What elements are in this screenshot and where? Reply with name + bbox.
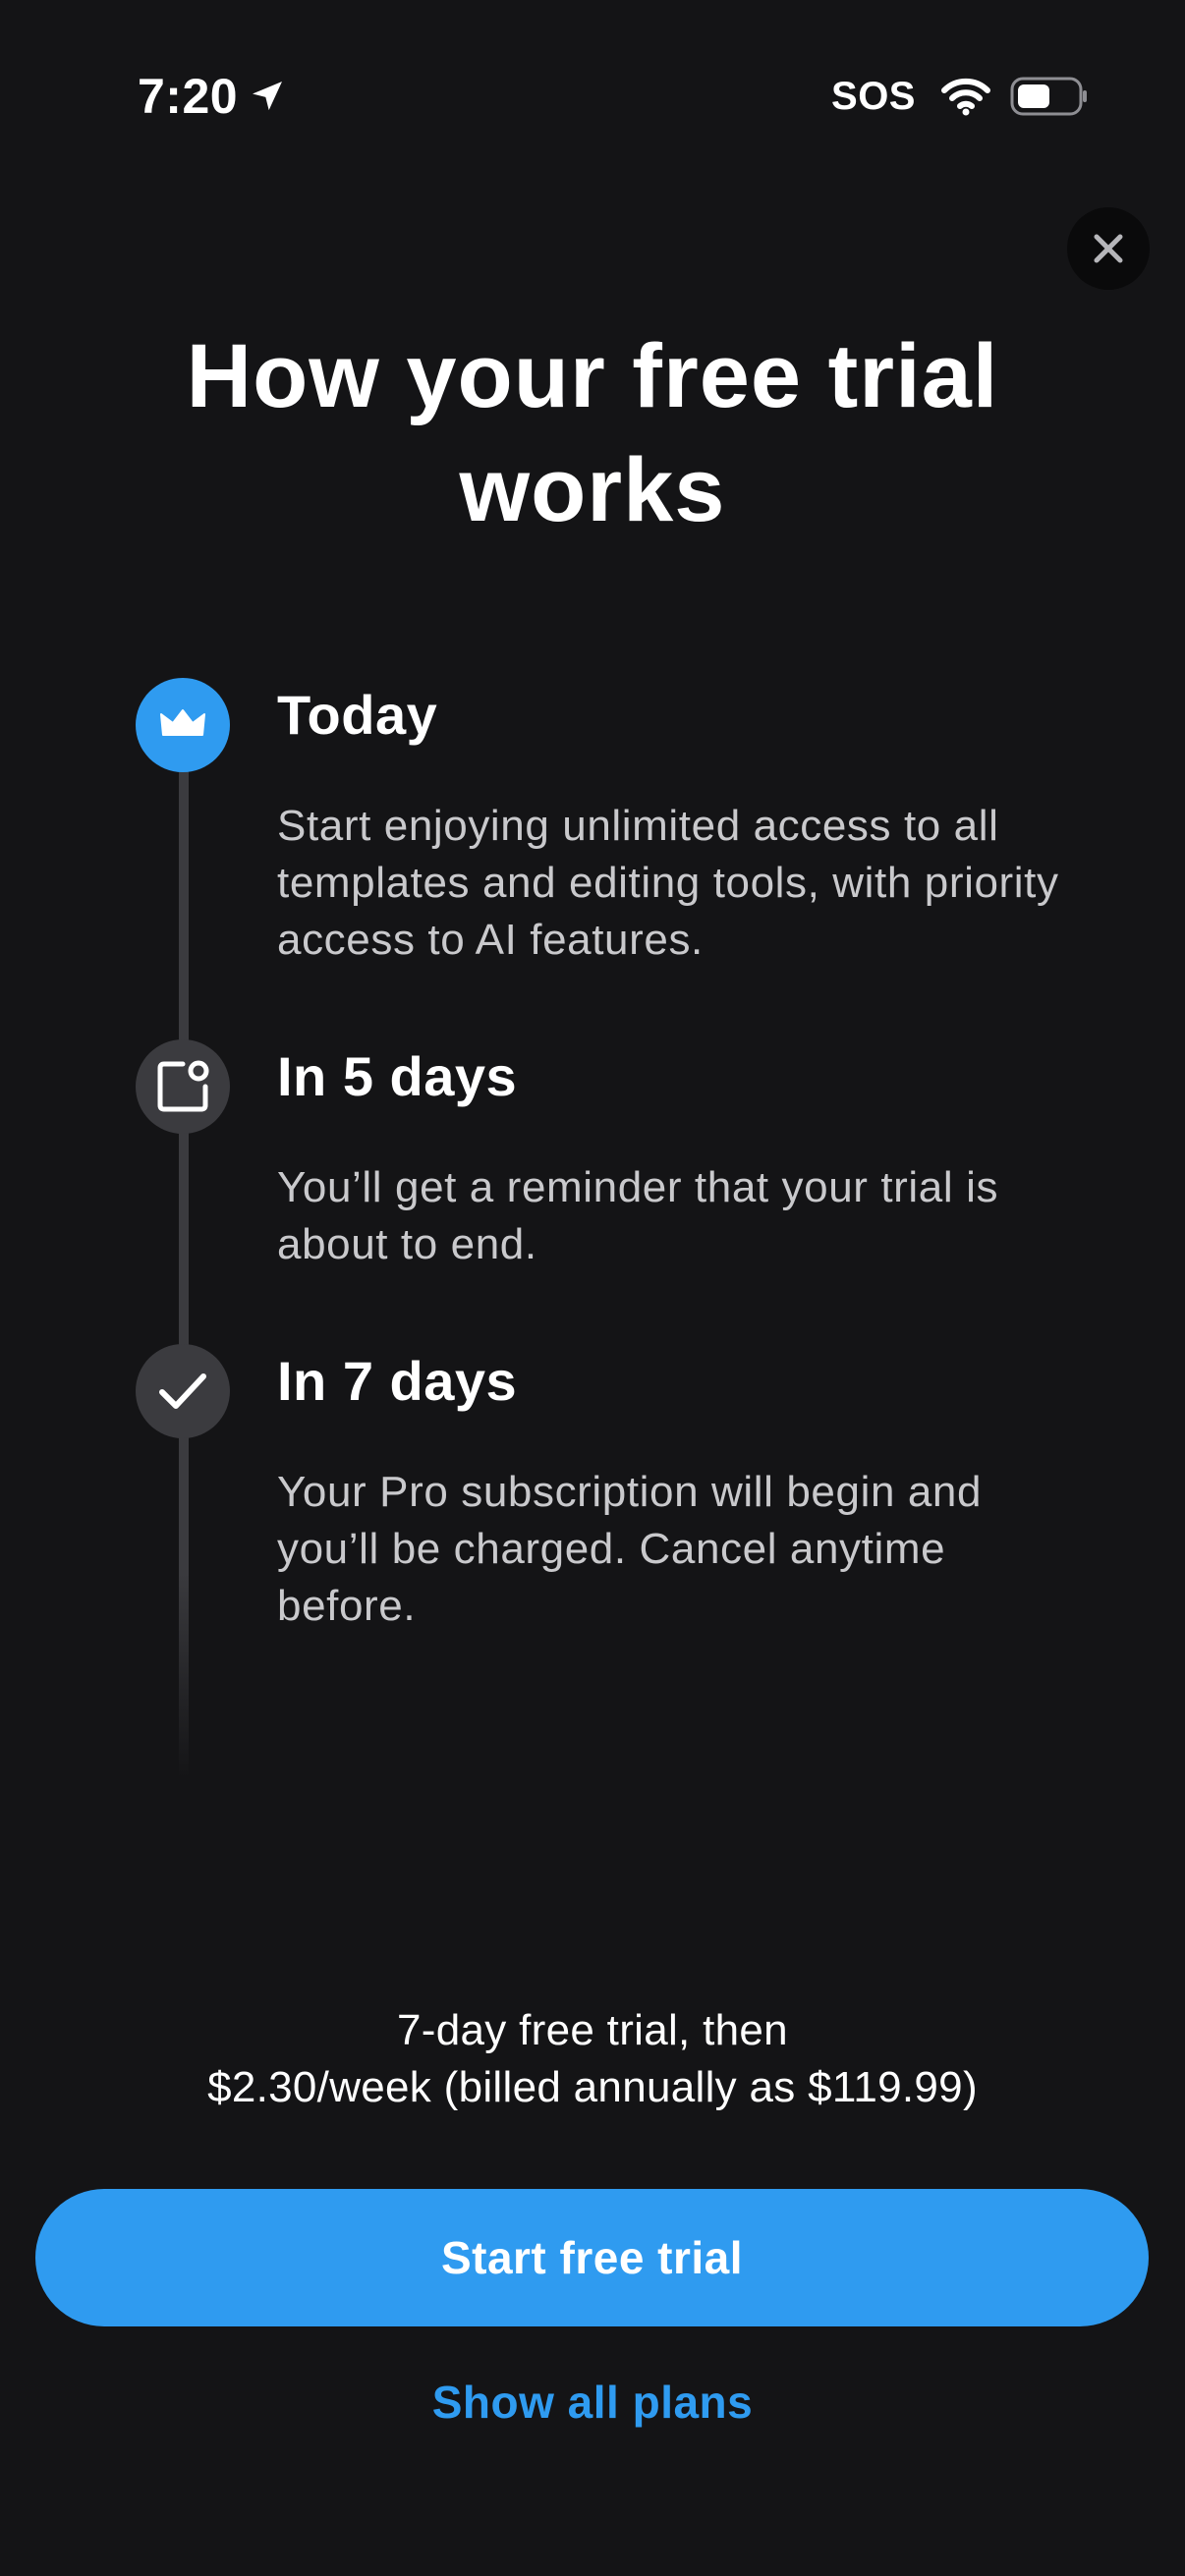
timeline-step-reminder-icon bbox=[136, 1039, 230, 1134]
pricing-summary: 7-day free trial, then $2.30/week (bille… bbox=[59, 2002, 1126, 2116]
checkmark-icon bbox=[159, 1373, 206, 1409]
timeline-step-title: Today bbox=[277, 684, 438, 746]
page-title: How your free trial works bbox=[186, 326, 999, 540]
crown-icon bbox=[160, 709, 205, 736]
battery-icon bbox=[1010, 77, 1087, 116]
show-all-plans-link[interactable]: Show all plans bbox=[0, 2371, 1185, 2434]
timeline-step-description: Start enjoying unlimited access to all t… bbox=[277, 802, 1059, 964]
timeline-step-charge-icon bbox=[136, 1344, 230, 1438]
timeline-step-description: Your Pro subscription will begin and you… bbox=[277, 1468, 983, 1630]
notification-icon bbox=[157, 1060, 209, 1112]
start-free-trial-button[interactable]: Start free trial bbox=[35, 2189, 1149, 2326]
timeline-step-title: In 7 days bbox=[277, 1350, 518, 1412]
sos-label: SOS bbox=[831, 75, 916, 118]
status-time: 7:20 bbox=[138, 69, 239, 124]
pricing-line-price: $2.30/week (billed annually as $119.99) bbox=[207, 2063, 978, 2111]
wifi-icon bbox=[941, 78, 990, 116]
timeline-step-today-icon bbox=[136, 678, 230, 772]
timeline-line bbox=[179, 727, 189, 1778]
status-bar: 7:20 SOS bbox=[0, 0, 1185, 196]
close-button[interactable] bbox=[1067, 207, 1150, 290]
close-icon bbox=[1094, 234, 1123, 263]
timeline-step-description: You’ll get a reminder that your trial is… bbox=[277, 1163, 999, 1268]
location-arrow-icon bbox=[253, 82, 283, 111]
pricing-line-trial: 7-day free trial, then bbox=[397, 2006, 788, 2054]
status-time-group: 7:20 bbox=[138, 65, 287, 128]
status-indicators: SOS bbox=[831, 69, 1089, 124]
timeline-step-title: In 5 days bbox=[277, 1045, 518, 1107]
